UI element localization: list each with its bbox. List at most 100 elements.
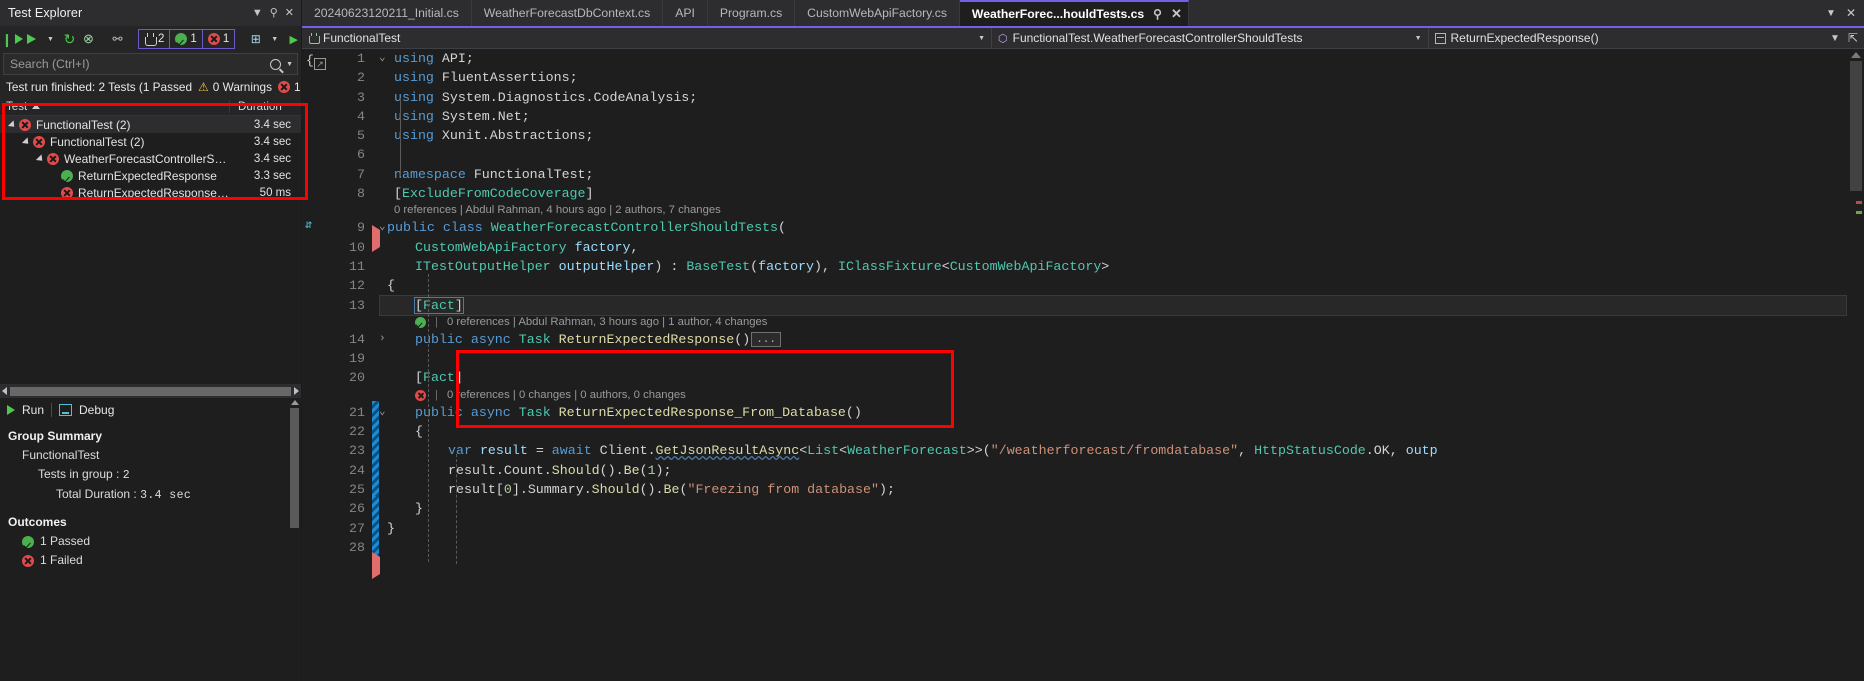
inheritance-margin-icon[interactable]: ⇵: [305, 217, 312, 232]
test-duration: 50 ms: [259, 186, 291, 199]
code-line-13[interactable]: [Fact]: [379, 294, 1847, 316]
code-line-6[interactable]: [380, 145, 1864, 164]
search-filter-dropdown-icon[interactable]: ▼: [286, 61, 293, 68]
test-tree[interactable]: FunctionalTest (2) 3.4 sec FunctionalTes…: [0, 116, 301, 384]
code-line-9[interactable]: ⌄ public class WeatherForecastController…: [379, 218, 1864, 237]
code-line-11[interactable]: ITestOutputHelper outputHelper) : BaseTe…: [380, 257, 1864, 276]
scroll-right-icon[interactable]: [294, 387, 299, 395]
code-line-24[interactable]: result.Count.Should().Be(1);: [380, 461, 1864, 480]
scroll-up-icon[interactable]: [290, 400, 299, 405]
group-by-icon[interactable]: ⊞: [247, 29, 264, 49]
expander-icon[interactable]: [20, 136, 32, 147]
failed-icon: [207, 33, 220, 45]
search-input[interactable]: [10, 57, 271, 71]
code-editor[interactable]: { ↗ ⇵ 1 2 3 4 5 6 7 8 9 10 11 12 13 14 1…: [302, 49, 1864, 681]
test-tree-row[interactable]: WeatherForecastControllerShouldTests .. …: [0, 150, 301, 167]
expand-chevron-icon[interactable]: ›: [379, 330, 386, 349]
code-line-23[interactable]: var result = await Client.GetJsonResultA…: [380, 441, 1864, 460]
cancel-run-icon[interactable]: ⊗: [80, 29, 97, 49]
detail-vertical-scrollbar[interactable]: [288, 398, 301, 681]
code-line-2[interactable]: using FluentAssertions;: [380, 68, 1864, 87]
codelens-class[interactable]: 0 references | Abdul Rahman, 4 hours ago…: [380, 203, 1864, 218]
editor-tab-customwebapifactory[interactable]: CustomWebApiFactory.cs: [795, 0, 960, 26]
run-dropdown-icon[interactable]: ▼: [42, 29, 59, 49]
navbar-member-dropdown-icon[interactable]: ▼: [1830, 33, 1840, 44]
collapsed-block-indicator[interactable]: ...: [751, 332, 781, 347]
test-tree-horizontal-scrollbar[interactable]: [0, 384, 301, 398]
run-all-tests-icon[interactable]: ❙: [2, 29, 24, 49]
code-text-area[interactable]: ⌄ using API; using FluentAssertions; usi…: [379, 49, 1864, 681]
code-line-25[interactable]: result[0].Summary.Should().Be("Freezing …: [380, 480, 1864, 499]
code-line-19[interactable]: [380, 349, 1864, 368]
column-header-test[interactable]: Test: [0, 100, 229, 113]
editor-tab-program[interactable]: Program.cs: [707, 0, 796, 26]
playlist-icon[interactable]: ▶: [285, 29, 302, 49]
navbar-type-selector[interactable]: ⬡ FunctionalTest.WeatherForecastControll…: [992, 31, 1309, 45]
code-line-7[interactable]: namespace FunctionalTest;: [380, 165, 1864, 184]
codelens-method-2[interactable]: | 0 references | 0 changes | 0 authors, …: [380, 388, 1864, 403]
code-line-12[interactable]: {: [380, 276, 1864, 295]
collapse-chevron-icon[interactable]: ⌄: [379, 218, 386, 237]
code-line-3[interactable]: using System.Diagnostics.CodeAnalysis;: [380, 88, 1864, 107]
code-line-26[interactable]: }: [380, 499, 1864, 518]
editor-vertical-scrollbar[interactable]: [1848, 49, 1864, 681]
total-duration-row: Total Duration : 3.4 sec: [8, 485, 301, 505]
navbar-expand-icon[interactable]: ⇱: [1848, 31, 1858, 45]
tab-strip-close-icon[interactable]: ✕: [1846, 6, 1856, 20]
debug-icon[interactable]: [59, 403, 73, 416]
editor-tab-dbcontext[interactable]: WeatherForecastDbContext.cs: [471, 0, 664, 26]
test-coverage-icon[interactable]: ⚯: [109, 29, 126, 49]
test-tree-row[interactable]: ReturnExpectedResponse_From_Dat... 50 ms: [0, 184, 301, 201]
code-line-1[interactable]: ⌄ using API;: [379, 49, 1864, 68]
code-line-10[interactable]: CustomWebApiFactory factory,: [380, 238, 1864, 257]
code-line-8[interactable]: [ExcludeFromCodeCoverage]: [380, 184, 1864, 203]
repeat-last-run-icon[interactable]: ↻: [61, 29, 78, 49]
pin-icon[interactable]: ⚲: [270, 7, 278, 19]
scrollbar-thumb[interactable]: [290, 408, 299, 528]
test-tree-row[interactable]: ReturnExpectedResponse 3.3 sec: [0, 167, 301, 184]
run-icon[interactable]: [7, 404, 15, 415]
failed-tests-counter[interactable]: 1: [203, 30, 234, 48]
code-line-20[interactable]: [Fact]: [380, 368, 1864, 387]
editor-tab-weatherforecast-tests[interactable]: WeatherForec...houldTests.cs ⚲ ✕: [959, 0, 1189, 26]
code-line-14[interactable]: › public async Task ReturnExpectedRespon…: [379, 330, 1864, 349]
navbar-member-selector[interactable]: ReturnExpectedResponse(): [1429, 31, 1605, 45]
test-tree-row[interactable]: FunctionalTest (2) 3.4 sec: [0, 133, 301, 150]
code-line-4[interactable]: using System.Net;: [380, 107, 1864, 126]
expander-icon[interactable]: [6, 119, 18, 130]
run-tests-icon[interactable]: [23, 29, 40, 49]
group-by-dropdown-icon[interactable]: ▼: [266, 29, 283, 49]
column-header-duration[interactable]: Duration: [229, 99, 301, 113]
scrollbar-thumb[interactable]: [10, 386, 291, 396]
editor-tab-api[interactable]: API: [663, 0, 708, 26]
code-line-27[interactable]: }: [380, 519, 1864, 538]
total-tests-counter[interactable]: 2: [139, 30, 171, 48]
pin-icon[interactable]: ⚲: [1153, 7, 1162, 21]
codelens-method-1[interactable]: | 0 references | Abdul Rahman, 3 hours a…: [380, 315, 1864, 330]
code-line-5[interactable]: using Xunit.Abstractions;: [380, 126, 1864, 145]
navbar-project-dropdown-icon[interactable]: ▼: [978, 35, 991, 42]
navbar-type-dropdown-icon[interactable]: ▼: [1415, 35, 1428, 42]
test-search-box[interactable]: ▼: [3, 53, 298, 75]
breakpoint-glyph-icon[interactable]: [372, 552, 380, 579]
code-line-21[interactable]: ⌄ public async Task ReturnExpectedRespon…: [379, 403, 1864, 422]
run-button[interactable]: Run: [22, 403, 44, 417]
editor-tab-initial-migration[interactable]: 20240623120211_Initial.cs: [302, 0, 472, 26]
code-line-28[interactable]: [380, 538, 1864, 557]
scroll-left-icon[interactable]: [2, 387, 7, 395]
collapse-chevron-icon[interactable]: ⌄: [379, 49, 386, 68]
scroll-up-icon[interactable]: [1851, 52, 1861, 58]
close-icon[interactable]: ✕: [285, 7, 294, 19]
expand-structure-icon[interactable]: ↗: [314, 58, 326, 70]
passed-tests-counter[interactable]: 1: [170, 30, 203, 48]
collapse-chevron-icon[interactable]: ⌄: [379, 403, 386, 422]
chevron-down-icon[interactable]: ▼: [252, 7, 263, 19]
navbar-project-selector[interactable]: FunctionalTest: [302, 31, 406, 45]
scrollbar-thumb[interactable]: [1850, 61, 1862, 191]
expander-icon[interactable]: [34, 153, 46, 164]
code-line-22[interactable]: {: [380, 422, 1864, 441]
test-tree-row[interactable]: FunctionalTest (2) 3.4 sec: [0, 116, 301, 133]
tab-list-dropdown-icon[interactable]: ▼: [1826, 8, 1836, 19]
debug-button[interactable]: Debug: [79, 403, 114, 417]
close-icon[interactable]: ✕: [1171, 6, 1182, 22]
